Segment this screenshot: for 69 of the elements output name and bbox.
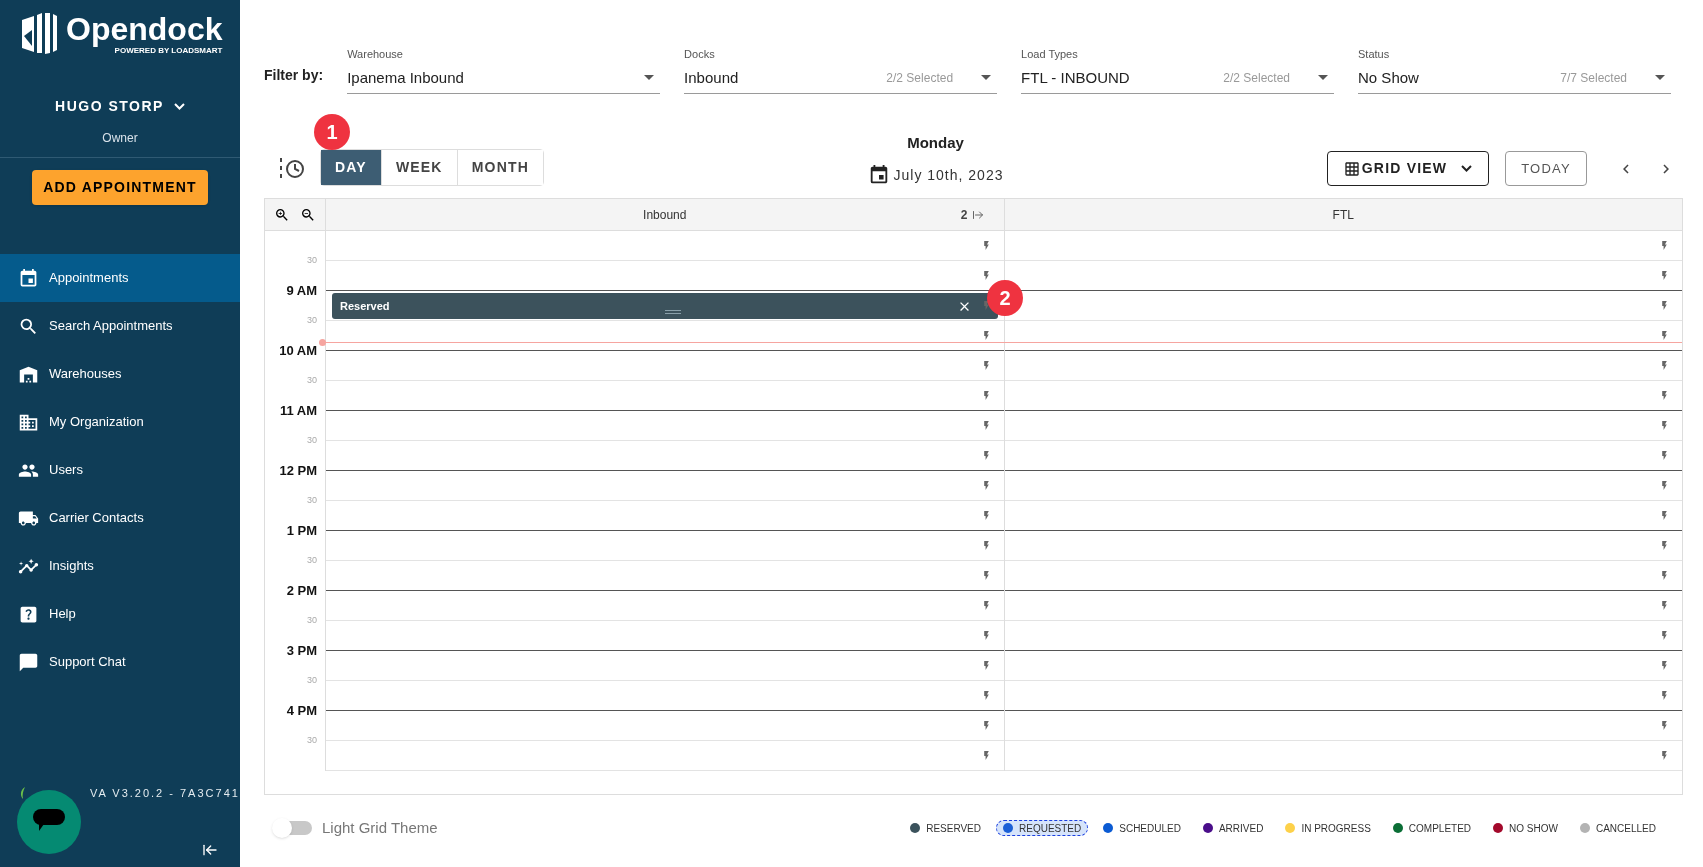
column-title: Inbound [643, 206, 687, 224]
select-label: Status [1358, 47, 1391, 62]
select-label: Docks [684, 47, 716, 62]
legend-item[interactable]: NO SHOW [1486, 820, 1565, 837]
time-label: 30 [307, 374, 317, 388]
nav-item[interactable]: Carrier Contacts [0, 494, 240, 542]
grid-view-button[interactable]: GRID VIEW [1327, 151, 1489, 186]
step-badge: 2 [987, 280, 1023, 316]
nav-item[interactable]: Help [0, 590, 240, 638]
brand-tagline: POWERED BY LOADSMART [114, 46, 223, 56]
select-value: No Show [1358, 67, 1420, 88]
legend-item[interactable]: COMPLETED [1385, 820, 1479, 837]
switch-label: Light Grid Theme [322, 818, 438, 838]
user-menu[interactable]: HUGO STORP [55, 96, 185, 117]
time-label: 1 PM [286, 522, 317, 541]
selected-count: 2/2 Selected [886, 69, 954, 87]
filter-select[interactable]: Status No Show 7/7 Selected [1358, 46, 1671, 94]
select-value: Ipanema Inbound [347, 67, 465, 88]
nav-item[interactable]: Users [0, 446, 240, 494]
legend-item[interactable]: REQUESTED [996, 820, 1089, 837]
today-button[interactable]: TODAY [1505, 151, 1587, 186]
filter-select[interactable]: Load Types FTL - INBOUND 2/2 Selected [1021, 46, 1335, 94]
select-value: FTL - INBOUND [1021, 67, 1131, 88]
legend-item[interactable]: ARRIVED [1195, 820, 1271, 837]
user-role: Owner [102, 130, 138, 147]
time-label: 30 [307, 674, 317, 688]
time-label: 10 AM [279, 342, 317, 361]
nav-item[interactable]: Appointments [0, 254, 240, 302]
version-text: VA V3.20.2 - 7A3C741 [89, 785, 240, 801]
day-title: Monday [907, 132, 964, 153]
filter-select[interactable]: Warehouse Ipanema Inbound [347, 46, 661, 94]
time-label: 30 [307, 734, 317, 748]
time-label: 3 PM [286, 642, 317, 661]
time-label: 9 AM [286, 282, 317, 301]
time-label: 30 [307, 434, 317, 448]
time-label: 30 [307, 494, 317, 508]
time-label: 30 [307, 554, 317, 568]
date-text: July 10th, 2023 [893, 165, 1004, 185]
view-tab[interactable]: DAY [321, 150, 382, 185]
brand-name: Opendock [66, 12, 223, 46]
legend-item[interactable]: RESERVED [903, 820, 988, 837]
legend-item[interactable]: CANCELLED [1572, 820, 1663, 837]
legend-item[interactable]: SCHEDULED [1096, 820, 1188, 837]
dock-count: 2 [960, 206, 968, 224]
appointment-title: Reserved [340, 298, 390, 314]
selected-count: 2/2 Selected [1223, 69, 1291, 87]
selected-count: 7/7 Selected [1560, 69, 1627, 87]
time-label: 30 [307, 614, 317, 628]
time-label: 11 AM [279, 402, 317, 421]
time-label: 30 [307, 254, 317, 268]
select-label: Warehouse [347, 47, 404, 62]
step-badge: 1 [314, 114, 350, 150]
time-label: 4 PM [286, 702, 317, 721]
column-title: FTL [1332, 206, 1354, 224]
nav-item[interactable]: Insights [0, 542, 240, 590]
nav-item[interactable]: My Organization [0, 398, 240, 446]
nav-item[interactable]: Warehouses [0, 350, 240, 398]
nav-item[interactable]: Search Appointments [0, 302, 240, 350]
select-value: Inbound [684, 67, 740, 88]
filter-select[interactable]: Docks Inbound 2/2 Selected [684, 46, 998, 94]
select-label: Load Types [1021, 47, 1079, 62]
time-label: 30 [307, 314, 317, 328]
legend-item[interactable]: IN PROGRESS [1278, 820, 1378, 837]
time-label: 2 PM [286, 582, 317, 601]
nav-item[interactable]: Support Chat [0, 638, 240, 686]
add-appointment-button[interactable]: ADD APPOINTMENT [32, 170, 208, 205]
time-label: 12 PM [279, 462, 317, 481]
appointment-block[interactable]: Reserved [332, 293, 998, 319]
filter-label: Filter by: [264, 66, 324, 85]
